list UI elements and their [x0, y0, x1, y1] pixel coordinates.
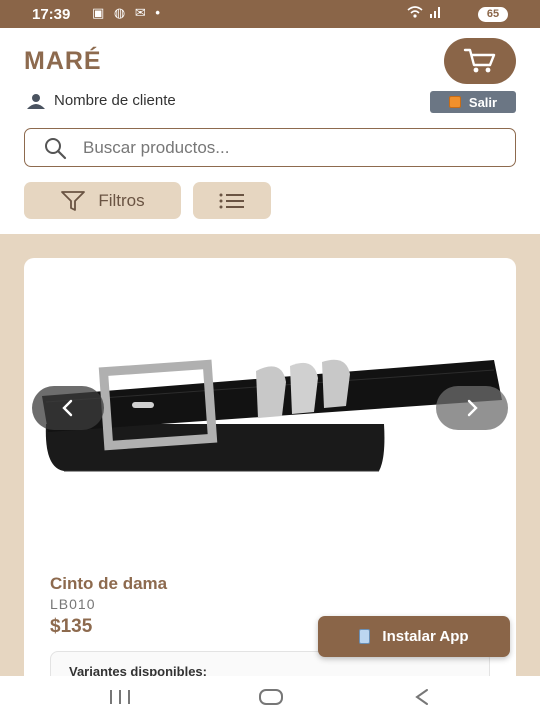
- client-info: Nombre de cliente: [26, 92, 176, 109]
- notification-icons: ▣ ◍ ✉ •: [92, 5, 163, 20]
- door-icon: [448, 96, 461, 108]
- product-code: LB010: [50, 596, 96, 612]
- carousel-prev-button[interactable]: [32, 386, 104, 430]
- back-icon[interactable]: [412, 687, 432, 707]
- cart-button[interactable]: [444, 38, 516, 84]
- header: MARÉ Nombre de cliente Salir Filtros: [0, 28, 540, 234]
- product-name: Cinto de dama: [50, 574, 168, 593]
- search-icon: [45, 137, 67, 159]
- user-icon: [27, 93, 45, 109]
- status-time: 17:39: [32, 6, 71, 23]
- product-price: $135: [50, 616, 93, 637]
- chevron-left-icon: [62, 399, 73, 417]
- filter-button[interactable]: Filtros: [24, 182, 181, 219]
- status-bar: 17:39 ▣ ◍ ✉ • 65: [0, 0, 540, 28]
- home-icon[interactable]: [258, 688, 284, 706]
- system-nav-bar: [0, 676, 540, 720]
- filter-label: Filtros: [98, 190, 145, 210]
- cart-icon: [463, 48, 496, 73]
- chevron-right-icon: [467, 399, 478, 417]
- list-view-button[interactable]: [193, 182, 271, 219]
- brand-logo[interactable]: MARÉ: [24, 47, 102, 76]
- signal-icons: [406, 5, 444, 22]
- search-input[interactable]: [83, 137, 463, 158]
- wifi-signal-icon: [407, 6, 440, 18]
- search-box[interactable]: [24, 128, 516, 167]
- logout-label: Salir: [468, 94, 498, 110]
- carousel-next-button[interactable]: [436, 386, 508, 430]
- install-app-button[interactable]: Instalar App: [318, 616, 510, 657]
- mobile-phone-icon: [359, 629, 371, 644]
- recents-icon[interactable]: [108, 688, 132, 706]
- list-icon: [219, 193, 244, 208]
- logout-button[interactable]: Salir: [430, 91, 516, 113]
- client-name: Nombre de cliente: [54, 92, 176, 109]
- filter-icon: [61, 190, 86, 211]
- battery-indicator: 65: [478, 7, 508, 22]
- install-label: Instalar App: [382, 628, 469, 645]
